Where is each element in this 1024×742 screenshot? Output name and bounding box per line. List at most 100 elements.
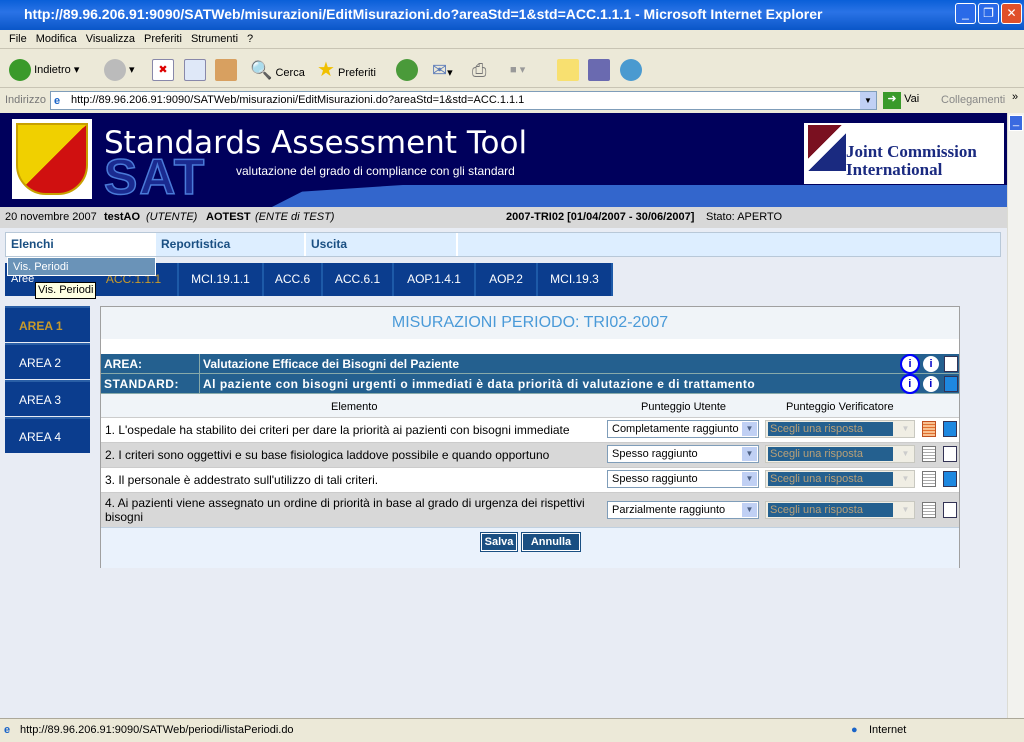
menu-visualizza[interactable]: Visualizza xyxy=(86,33,135,45)
area-4[interactable]: AREA 4 xyxy=(5,417,90,453)
globe-icon: ● xyxy=(851,724,858,736)
element-text: 3. Il personale è addestrato sull'utiliz… xyxy=(105,473,379,487)
notebook-icon[interactable] xyxy=(943,471,957,487)
menu-file[interactable]: File xyxy=(9,33,27,45)
history-button[interactable] xyxy=(396,57,418,83)
refresh-button[interactable] xyxy=(184,57,206,83)
tab-acc-6-1[interactable]: ACC.6.1 xyxy=(323,263,394,296)
table-header: Elemento Punteggio Utente Punteggio Veri… xyxy=(331,401,894,413)
nav-reportistica[interactable]: Reportistica xyxy=(156,233,306,256)
tab-aop-2[interactable]: AOP.2 xyxy=(476,263,538,296)
menu-help[interactable]: ? xyxy=(247,33,253,45)
status-url: http://89.96.206.91:9090/SATWeb/periodi/… xyxy=(20,724,294,736)
org-name: AOTEST xyxy=(206,211,251,223)
status-bar: e http://89.96.206.91:9090/SATWeb/period… xyxy=(0,718,1024,742)
verifier-score-select: Scegli una risposta ▼ xyxy=(765,501,915,519)
page-icon: e xyxy=(4,724,11,736)
info-icon[interactable]: i xyxy=(900,354,920,374)
address-bar: Indirizzo e http://89.96.206.91:9090/SATW… xyxy=(0,89,1024,113)
home-button[interactable] xyxy=(215,57,237,83)
vertical-scrollbar[interactable]: _ xyxy=(1007,113,1024,718)
org-desc: (ENTE di TEST) xyxy=(255,211,335,223)
links-label[interactable]: Collegamenti xyxy=(941,94,1005,106)
cancel-button[interactable]: Annulla xyxy=(521,532,581,552)
minimize-button[interactable]: _ xyxy=(955,3,976,24)
nav-elenchi[interactable]: Elenchi xyxy=(6,233,156,256)
favorites-button[interactable]: ★ Preferiti xyxy=(317,57,376,83)
back-button[interactable]: Indietro ▾ xyxy=(9,57,79,83)
back-arrow-icon xyxy=(9,59,31,82)
address-dropdown[interactable]: ▼ xyxy=(860,92,876,109)
chevron-down-icon: ▼ xyxy=(742,447,757,461)
chevron-icon[interactable]: » xyxy=(1012,91,1018,103)
window-title-bar: http://89.96.206.91:9090/SATWeb/misurazi… xyxy=(0,0,1024,30)
messenger-button[interactable] xyxy=(620,57,642,83)
scroll-thumb[interactable]: _ xyxy=(1009,115,1023,131)
area-3[interactable]: AREA 3 xyxy=(5,380,90,416)
area-2[interactable]: AREA 2 xyxy=(5,343,90,379)
menu-preferiti[interactable]: Preferiti xyxy=(144,33,182,45)
notebook-icon[interactable] xyxy=(944,356,958,372)
toolbar: Indietro ▾ ▾ ✖ 🔍 Cerca ★ Preferiti ✉▾ ⎙ … xyxy=(0,50,1024,88)
stop-button[interactable]: ✖ xyxy=(152,57,174,83)
note-icon xyxy=(557,59,579,82)
address-input[interactable]: e http://89.96.206.91:9090/SATWeb/misuraz… xyxy=(50,91,877,110)
chevron-down-icon: ▼ xyxy=(742,422,757,436)
save-button[interactable]: Salva xyxy=(480,532,518,552)
app-title: Standards Assessment Tool xyxy=(104,125,528,161)
menu-bar: File Modifica Visualizza Preferiti Strumenti… xyxy=(0,30,1024,49)
forward-arrow-icon xyxy=(104,59,126,82)
tab-acc-6[interactable]: ACC.6 xyxy=(264,263,323,296)
notepad-icon[interactable] xyxy=(922,502,936,518)
user-role: (UTENTE) xyxy=(146,211,198,223)
menu-strumenti[interactable]: Strumenti xyxy=(191,33,238,45)
notebook-icon[interactable] xyxy=(944,376,958,392)
notebook-icon[interactable] xyxy=(943,446,957,462)
user-score-select[interactable]: Spesso raggiunto ▼ xyxy=(607,470,759,488)
info-icon[interactable]: i xyxy=(923,376,939,392)
address-label: Indirizzo xyxy=(5,94,46,106)
search-button[interactable]: 🔍 Cerca xyxy=(250,57,305,83)
tab-mci-19-1-1[interactable]: MCI.19.1.1 xyxy=(179,263,264,296)
info-icon[interactable]: i xyxy=(900,374,920,394)
verifier-score-select: Scegli una risposta ▼ xyxy=(765,420,915,438)
maximize-button[interactable]: ❐ xyxy=(978,3,999,24)
tab-aop-1-4-1[interactable]: AOP.1.4.1 xyxy=(394,263,476,296)
page-content: SAT Standards Assessment Tool valutazion… xyxy=(0,113,1007,718)
user-score-select[interactable]: Parzialmente raggiunto ▼ xyxy=(607,501,759,519)
close-button[interactable]: ✕ xyxy=(1001,3,1022,24)
research-button[interactable] xyxy=(588,57,610,83)
element-text: 1. L'ospedale ha stabilito dei criteri p… xyxy=(105,423,570,437)
chevron-down-icon: ▼ xyxy=(901,474,910,483)
info-bar: 20 novembre 2007 testAO (UTENTE) AOTEST … xyxy=(0,207,1007,228)
notepad-icon[interactable] xyxy=(922,446,936,462)
jci-logo: Joint Commission International xyxy=(804,123,1004,184)
notebook-icon[interactable] xyxy=(943,421,957,437)
notepad-icon[interactable] xyxy=(922,421,936,437)
nav-menu: Elenchi Reportistica Uscita xyxy=(5,232,1001,257)
sicily-logo xyxy=(12,119,92,199)
info-icon[interactable]: i xyxy=(923,356,939,372)
go-button[interactable]: ➜ Vai xyxy=(883,92,919,109)
nav-uscita[interactable]: Uscita xyxy=(306,233,458,256)
user-score-select[interactable]: Spesso raggiunto ▼ xyxy=(607,445,759,463)
period-state: Stato: APERTO xyxy=(706,211,783,223)
home-icon xyxy=(215,59,237,82)
print-button[interactable]: ⎙ xyxy=(472,57,486,83)
notepad-icon[interactable] xyxy=(922,471,936,487)
area-1[interactable]: AREA 1 xyxy=(5,306,90,342)
forward-button[interactable]: ▾ xyxy=(104,57,135,83)
discuss-button[interactable] xyxy=(557,57,579,83)
dropdown-vis-periodi[interactable]: Vis. Periodi xyxy=(7,257,156,276)
edit-button[interactable]: ■ ▾ xyxy=(510,57,525,83)
current-date: 20 novembre 2007 xyxy=(5,211,97,223)
notebook-icon[interactable] xyxy=(943,502,957,518)
period: 2007-TRI02 [01/04/2007 - 30/06/2007] xyxy=(506,211,695,223)
user-score-select[interactable]: Completamente raggiunto ▼ xyxy=(607,420,759,438)
mail-button[interactable]: ✉▾ xyxy=(432,57,453,83)
edit-icon: ■ xyxy=(510,64,517,76)
chevron-down-icon: ▼ xyxy=(901,449,910,458)
chevron-down-icon: ▼ xyxy=(742,503,757,517)
menu-modifica[interactable]: Modifica xyxy=(36,33,77,45)
tab-mci-19-3[interactable]: MCI.19.3 xyxy=(538,263,613,296)
